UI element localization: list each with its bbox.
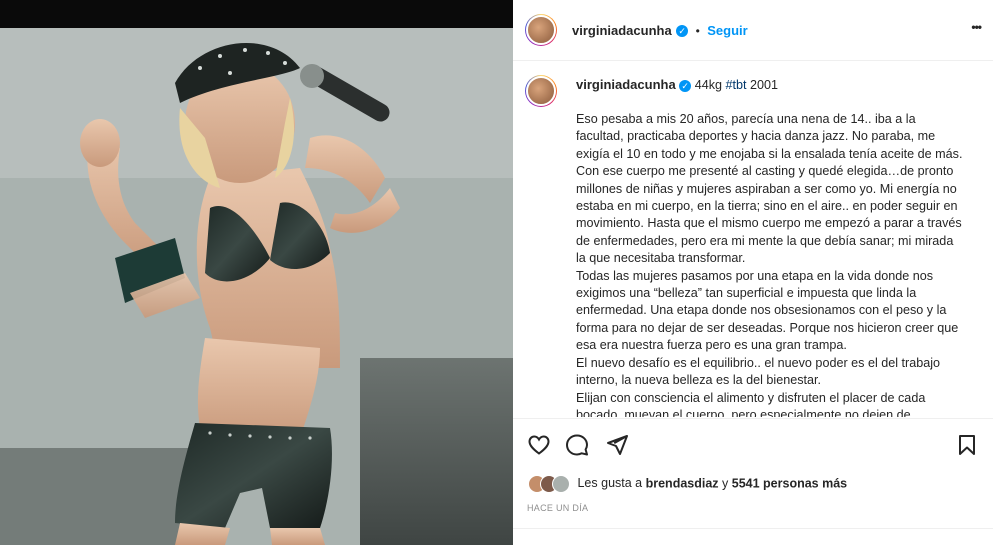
caption-paragraph: Todas las mujeres pasamos por una etapa …: [576, 268, 959, 353]
likes-summary: Les gusta a brendasdiaz y 5541 personas …: [528, 475, 847, 493]
likes-user[interactable]: brendasdiaz: [646, 476, 719, 490]
post-photo[interactable]: [0, 28, 513, 545]
post-side-panel: virginiadacunha ✓ • Seguir ••• virginiad…: [513, 0, 993, 545]
caption-year: 2001: [750, 78, 779, 92]
caption-hashtag[interactable]: #tbt: [726, 78, 747, 92]
post-actions: Les gusta a brendasdiaz y 5541 personas …: [513, 418, 993, 546]
likes-joiner: y: [722, 476, 729, 491]
caption-scroll-area[interactable]: virginiadacunha ✓ 44kg #tbt 2001 Eso pes…: [513, 61, 993, 417]
comment-input-bar[interactable]: [513, 528, 993, 546]
header-separator: •: [695, 24, 700, 38]
caption-paragraph: El nuevo desafío es el equilibrio.. el n…: [576, 355, 941, 388]
post-timestamp[interactable]: HACE UN DÍA: [527, 503, 588, 513]
post-header: virginiadacunha ✓ • Seguir •••: [513, 0, 993, 61]
post-photo-illustration: [0, 28, 513, 545]
likes-prefix: Les gusta a: [577, 476, 643, 491]
bookmark-icon[interactable]: [955, 433, 979, 457]
author-username[interactable]: virginiadacunha: [572, 23, 672, 38]
liker-avatars[interactable]: [528, 475, 570, 493]
liker-avatar: [552, 475, 570, 493]
send-icon[interactable]: [605, 433, 629, 457]
caption-username[interactable]: virginiadacunha: [576, 77, 676, 92]
verified-badge-icon: ✓: [676, 24, 689, 37]
more-options-icon[interactable]: •••: [971, 20, 982, 34]
likes-count[interactable]: 5541 personas más: [732, 476, 847, 490]
comment-icon[interactable]: [565, 433, 589, 457]
caption-paragraph: Elijan con consciencia el alimento y dis…: [576, 390, 926, 418]
follow-button[interactable]: Seguir: [707, 23, 747, 38]
caption-head: 44kg: [694, 78, 723, 92]
caption-author-avatar[interactable]: [525, 75, 557, 107]
heart-icon[interactable]: [527, 433, 551, 457]
verified-badge-icon: ✓: [679, 79, 692, 92]
caption-text: Eso pesaba a mis 20 años, parecía una ne…: [576, 111, 966, 417]
caption-paragraph: Eso pesaba a mis 20 años, parecía una ne…: [576, 112, 963, 266]
photo-top-bar: [0, 0, 513, 28]
author-avatar[interactable]: [525, 14, 557, 46]
